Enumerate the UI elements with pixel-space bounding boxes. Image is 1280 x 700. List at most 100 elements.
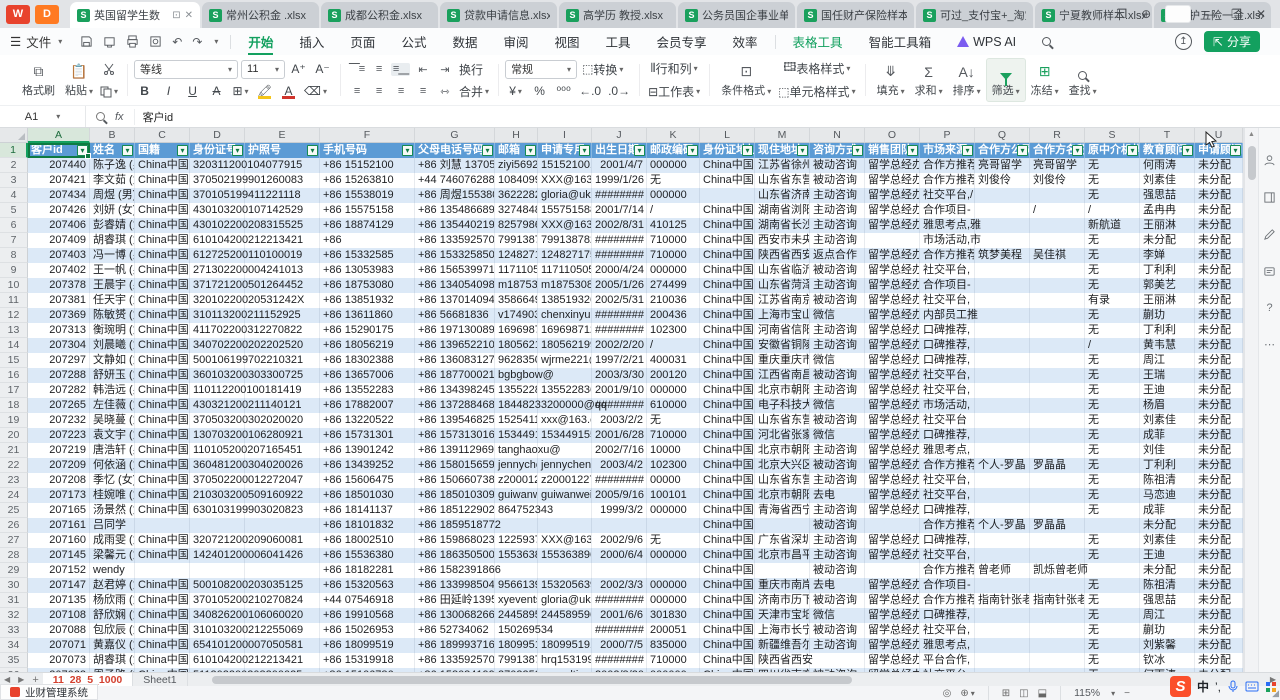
cell[interactable]: 未分配 (1195, 608, 1243, 623)
cell[interactable] (975, 233, 1030, 248)
cell[interactable]: 被动咨询 (810, 263, 865, 278)
cell[interactable]: +86 1573130169 (415, 428, 495, 443)
file-tab[interactable]: S高学历 教授.xlsx (559, 2, 676, 28)
cell[interactable]: 王丽淋 (1140, 293, 1195, 308)
cell[interactable]: 蒯玏 (1140, 308, 1195, 323)
cell[interactable]: 153449155 (538, 428, 592, 443)
print-icon[interactable] (126, 35, 139, 48)
cell[interactable]: 169698712 (495, 323, 538, 338)
cell[interactable] (975, 398, 1030, 413)
file-tab[interactable]: S国任财产保险样本.x (797, 2, 914, 28)
row-number[interactable]: 15 (0, 353, 28, 368)
recalc-icon[interactable]: ⊕▾ (960, 688, 974, 699)
cell[interactable]: gloria@uk (538, 593, 592, 608)
cell[interactable]: +86 18099519 (320, 638, 415, 653)
cell[interactable]: 2001/9/10 (592, 383, 647, 398)
cell[interactable]: 207208 (28, 473, 90, 488)
cell[interactable]: 180562199 (538, 338, 592, 353)
context-tab-智能工具箱[interactable]: 智能工具箱 (856, 28, 945, 55)
align-center-icon[interactable]: ≡ (369, 85, 388, 97)
filter-dropdown-icon[interactable]: ▾ (122, 145, 133, 156)
bold-button[interactable]: B (134, 82, 155, 101)
cell[interactable]: 未分配 (1195, 488, 1243, 503)
menu-tab-插入[interactable]: 插入 (286, 28, 337, 55)
cell[interactable] (975, 188, 1030, 203)
borders-button[interactable]: ⊞▾ (230, 82, 251, 101)
cell[interactable]: 未分配 (1195, 548, 1243, 563)
cell[interactable]: 广东省深圳 (755, 533, 810, 548)
cell[interactable] (975, 608, 1030, 623)
cell[interactable]: 刘素佳 (1140, 533, 1195, 548)
cell[interactable]: 207071 (28, 638, 90, 653)
cell[interactable]: 无 (1085, 278, 1140, 293)
cell[interactable]: 000000 (647, 503, 700, 518)
cell[interactable]: 未分配 (1140, 563, 1195, 578)
task-widget[interactable]: 业财管理系统 (0, 684, 98, 700)
horizontal-scrollbar[interactable] (202, 673, 1252, 687)
cell[interactable]: 留学总经办 (865, 623, 920, 638)
skin-grid-icon[interactable] (1265, 681, 1277, 693)
column-header-O[interactable]: O (865, 128, 920, 143)
cell[interactable]: +86 18753080 (320, 278, 415, 293)
header-cell-A[interactable]: 客户id▾ (28, 143, 90, 158)
cell[interactable]: 未分配 (1195, 593, 1243, 608)
cell[interactable]: 唐浩轩 (男 (90, 443, 135, 458)
cell[interactable]: 未分配 (1195, 158, 1243, 173)
cell[interactable]: 合作方推荐 (920, 518, 975, 533)
cell[interactable] (1030, 443, 1085, 458)
cell[interactable]: China中国 (135, 218, 190, 233)
cell[interactable]: 合作方推荐 (920, 248, 975, 263)
minimize-button[interactable]: — (1205, 7, 1217, 21)
column-header-K[interactable]: K (647, 128, 700, 143)
cell[interactable]: 陈敏赟 (女 (90, 308, 135, 323)
file-menu[interactable]: ☰ 文件 ▾ (10, 32, 72, 51)
cell[interactable]: 301830 (647, 608, 700, 623)
cell[interactable]: z20001227 (538, 473, 592, 488)
cell[interactable] (135, 518, 190, 533)
filter-dropdown-icon[interactable]: ▾ (742, 145, 753, 156)
cell[interactable]: 207160 (28, 533, 90, 548)
file-tab[interactable]: S常州公积金 .xlsx (202, 2, 319, 28)
cell[interactable]: 无 (1085, 488, 1140, 503)
menu-tab-视图[interactable]: 视图 (541, 28, 592, 55)
decrease-font-button[interactable]: A⁻ (312, 60, 333, 79)
cell[interactable]: 留学总经办 (865, 398, 920, 413)
cell[interactable]: +86 1370140948 (415, 293, 495, 308)
cell[interactable] (975, 263, 1030, 278)
cell[interactable] (190, 563, 245, 578)
cell[interactable]: +86 1339985047 (415, 578, 495, 593)
cell[interactable]: 360103200303300725 (190, 368, 245, 383)
cell[interactable]: 207297 (28, 353, 90, 368)
cell[interactable]: China中国 (135, 488, 190, 503)
cell[interactable]: 留学总经办 (865, 578, 920, 593)
cell[interactable]: 207282 (28, 383, 90, 398)
cell[interactable]: 郭美艺 (1140, 278, 1195, 293)
filter-dropdown-icon[interactable]: ▾ (852, 145, 863, 156)
cell[interactable]: 138519326 (538, 293, 592, 308)
percent-button[interactable]: % (529, 82, 550, 101)
cell[interactable] (975, 533, 1030, 548)
cell[interactable] (975, 638, 1030, 653)
cell[interactable]: m18753080 (538, 278, 592, 293)
row-number[interactable]: 12 (0, 308, 28, 323)
cell[interactable]: 罗晶晶 (1030, 458, 1085, 473)
cell[interactable]: / (1085, 203, 1140, 218)
format-painter-button[interactable]: ⧉ 格式刷 (17, 58, 60, 102)
normal-view-icon[interactable]: ⊞ (1002, 688, 1010, 699)
cell[interactable]: 主动咨询 (810, 503, 865, 518)
cell[interactable]: 无 (1085, 578, 1140, 593)
cell[interactable]: 李文茹 (女 (90, 173, 135, 188)
file-tab[interactable]: S公务员国企事业单位 (678, 2, 795, 28)
cell[interactable]: 留学总经办 (865, 353, 920, 368)
cell[interactable]: 山东省东营 (755, 473, 810, 488)
cell[interactable]: 雅思考点, (920, 443, 975, 458)
justify-icon[interactable]: ≡ (413, 85, 432, 97)
cell[interactable]: China中国 (700, 248, 755, 263)
cell[interactable] (1030, 188, 1085, 203)
cell[interactable]: 320311200104077915 (190, 158, 245, 173)
cell[interactable]: China中国 (135, 203, 190, 218)
sogou-logo-icon[interactable]: S (1170, 676, 1191, 697)
filter-dropdown-icon[interactable]: ▾ (579, 145, 590, 156)
cell[interactable]: +86 18002510 (320, 533, 415, 548)
cell[interactable]: 留学总经办 (865, 158, 920, 173)
